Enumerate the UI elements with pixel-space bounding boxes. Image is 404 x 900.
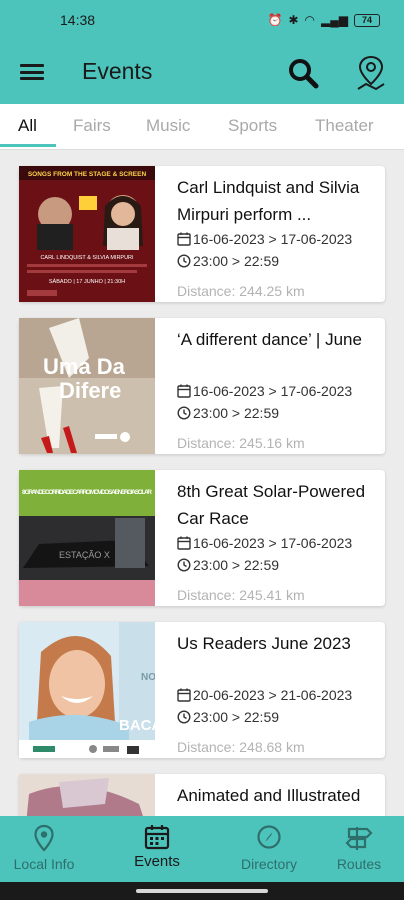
event-dates: 16-06-2023 > 17-06-2023: [177, 228, 377, 250]
home-indicator[interactable]: [136, 889, 268, 893]
event-card[interactable]: Animated and Illustrated Books: [19, 774, 385, 816]
event-card[interactable]: Uma Da Difere ‘A different dance’ | June…: [19, 318, 385, 454]
thumb-line1: Uma Da: [43, 354, 126, 379]
nav-directory[interactable]: Directory: [219, 816, 319, 882]
search-icon[interactable]: [286, 56, 320, 90]
signal-icon: ▂▄▆: [321, 13, 348, 27]
bottom-navigation: Local Info Events Directory Routes: [0, 816, 404, 882]
event-distance: Distance: 244.25 km: [177, 283, 305, 299]
tab-theater[interactable]: Theater: [315, 116, 374, 136]
event-thumbnail: Uma Da Difere: [19, 318, 155, 454]
bluetooth-icon: ✱: [288, 13, 299, 27]
thumb-banner: 8 GRANDE CORRIDA DE CARRO MOVIDOS A ENER…: [22, 489, 152, 496]
wifi-icon: ◠: [304, 13, 316, 27]
tab-all[interactable]: All: [18, 116, 37, 136]
event-thumbnail: [19, 774, 155, 816]
event-thumbnail: SONGS FROM THE STAGE & SCREEN CARL LINDQ…: [19, 166, 155, 302]
app-bar: Events: [0, 40, 404, 104]
thumb-line2: Difere: [59, 378, 121, 403]
event-title: Us Readers June 2023: [177, 634, 351, 653]
alarm-icon: ⏰: [267, 13, 283, 27]
thumb-side-text: NO: [141, 672, 155, 683]
status-icons: ⏰ ✱ ◠ ▂▄▆ 74: [268, 13, 380, 27]
event-list[interactable]: SONGS FROM THE STAGE & SCREEN CARL LINDQ…: [0, 150, 404, 816]
event-title: ‘A different dance’ | June: [177, 330, 362, 349]
event-time: 23:00 > 22:59: [177, 554, 377, 576]
category-tabs: All Fairs Music Sports Theater: [0, 104, 404, 150]
event-time: 23:00 > 22:59: [177, 250, 377, 272]
event-card[interactable]: 8 GRANDE CORRIDA DE CARRO MOVIDOS A ENER…: [19, 470, 385, 606]
location-pin-icon: [34, 824, 54, 852]
menu-icon[interactable]: [18, 59, 46, 85]
compass-icon: [257, 825, 281, 849]
tab-fairs[interactable]: Fairs: [73, 116, 111, 136]
calendar-icon: [177, 232, 191, 246]
tab-music[interactable]: Music: [146, 116, 190, 136]
status-time: 14:38: [60, 12, 96, 28]
clock-icon: [177, 558, 191, 572]
event-time: 23:00 > 22:59: [177, 402, 377, 424]
calendar-icon: [177, 536, 191, 550]
clock-icon: [177, 254, 191, 268]
signpost-icon: [345, 827, 373, 850]
status-bar: 14:38 ⏰ ✱ ◠ ▂▄▆ 74: [0, 0, 404, 40]
event-title: Animated and Illustrated Books: [177, 786, 361, 816]
tab-sports[interactable]: Sports: [228, 116, 277, 136]
thumb-date: SÁBADO | 17 JUNHO | 21:30H: [49, 278, 125, 285]
event-card[interactable]: SONGS FROM THE STAGE & SCREEN CARL LINDQ…: [19, 166, 385, 302]
calendar-icon: [177, 688, 191, 702]
event-distance: Distance: 245.41 km: [177, 587, 305, 603]
event-dates: 20-06-2023 > 21-06-2023: [177, 684, 377, 706]
calendar-icon: [144, 825, 170, 850]
event-dates: 16-06-2023 > 17-06-2023: [177, 380, 377, 402]
tab-indicator: [0, 144, 56, 147]
thumb-title: BACA: [119, 717, 155, 734]
nav-local-info[interactable]: Local Info: [0, 816, 94, 882]
event-title: Carl Lindquist and Silvia Mirpuri perfor…: [177, 178, 360, 224]
event-thumbnail: 8 GRANDE CORRIDA DE CARRO MOVIDOS A ENER…: [19, 470, 155, 606]
clock-icon: [177, 710, 191, 724]
thumb-headline: SONGS FROM THE STAGE & SCREEN: [28, 171, 147, 178]
event-distance: Distance: 248.68 km: [177, 739, 305, 755]
thumb-car-label: ESTAÇÃO X: [59, 550, 110, 560]
thumb-names: CARL LINDQUIST & SILVIA MIRPURI: [40, 255, 134, 261]
event-card[interactable]: BACA NO Us Readers June 2023 20-06-2023 …: [19, 622, 385, 758]
nav-events[interactable]: Events: [107, 816, 207, 882]
page-title: Events: [82, 58, 153, 84]
calendar-icon: [177, 384, 191, 398]
system-navigation-bar: [0, 882, 404, 900]
event-thumbnail: BACA NO: [19, 622, 155, 758]
event-title: 8th Great Solar-Powered Car Race: [177, 482, 366, 528]
nav-routes[interactable]: Routes: [309, 816, 404, 882]
clock-icon: [177, 406, 191, 420]
event-time: 23:00 > 22:59: [177, 706, 377, 728]
map-pin-icon[interactable]: [354, 54, 388, 92]
event-dates: 16-06-2023 > 17-06-2023: [177, 532, 377, 554]
event-distance: Distance: 245.16 km: [177, 435, 305, 451]
battery-icon: 74: [354, 13, 380, 27]
